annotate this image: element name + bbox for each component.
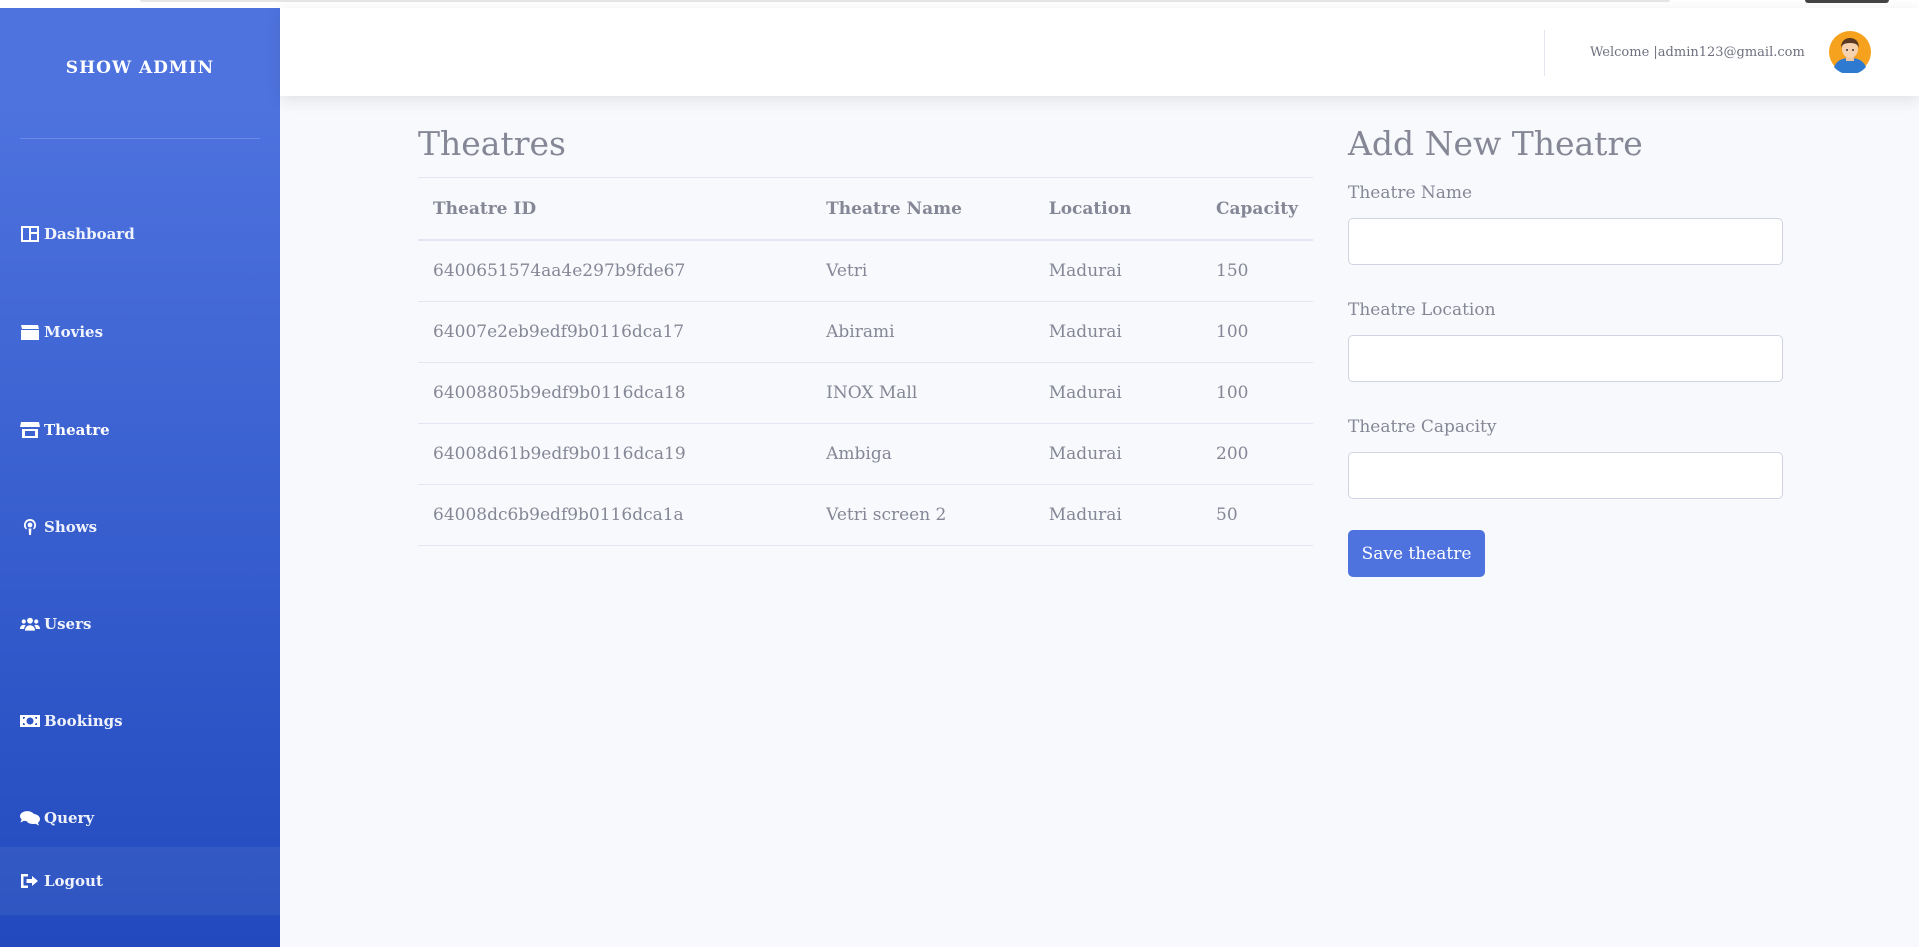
cell-theatre-id: 64008d61b9edf9b0116dca19 <box>418 423 812 485</box>
table-row: 6400651574aa4e297b9fde67 Vetri Madurai 1… <box>418 240 1313 302</box>
sidebar-item-label: Users <box>44 615 92 633</box>
cell-location: Madurai <box>1033 301 1201 363</box>
cell-capacity: 100 <box>1201 301 1313 363</box>
theatre-location-label: Theatre Location <box>1348 300 1496 320</box>
sidebar-item-logout[interactable]: Logout <box>0 847 280 915</box>
theatre-location-field[interactable] <box>1348 335 1783 382</box>
cell-theatre-id: 6400651574aa4e297b9fde67 <box>418 240 812 302</box>
cell-theatre-name: INOX Mall <box>811 362 1034 424</box>
table-header-row: Theatre ID Theatre Name Location Capacit… <box>418 177 1313 241</box>
sidebar-item-dashboard[interactable]: Dashboard <box>0 199 280 269</box>
table-row: 64008dc6b9edf9b0116dca1a Vetri screen 2 … <box>418 484 1313 546</box>
table-row: 64008805b9edf9b0116dca18 INOX Mall Madur… <box>418 362 1313 424</box>
save-theatre-button[interactable]: Save theatre <box>1348 530 1485 577</box>
topbar: Welcome |admin123@gmail.com <box>280 8 1919 96</box>
brand-title[interactable]: SHOW ADMIN <box>0 8 280 128</box>
theatre-name-field[interactable] <box>1348 218 1783 265</box>
clapperboard-icon <box>21 325 39 340</box>
dashboard-icon <box>21 226 39 242</box>
page-title: Theatres <box>418 124 566 163</box>
avatar[interactable] <box>1829 31 1871 73</box>
sidebar-item-label: Shows <box>44 518 98 536</box>
theatre-name-label: Theatre Name <box>1348 183 1473 203</box>
table-row: 64008d61b9edf9b0116dca19 Ambiga Madurai … <box>418 423 1313 485</box>
browser-tab-indicator <box>1805 0 1889 3</box>
cell-theatre-id: 64008805b9edf9b0116dca18 <box>418 362 812 424</box>
welcome-text[interactable]: Welcome |admin123@gmail.com <box>1590 8 1805 96</box>
sidebar-item-movies[interactable]: Movies <box>0 297 280 367</box>
topbar-divider <box>1544 30 1545 76</box>
cell-theatre-id: 64007e2eb9edf9b0116dca17 <box>418 301 812 363</box>
sidebar-divider <box>20 138 260 139</box>
sidebar-item-bookings[interactable]: Bookings <box>0 686 280 756</box>
sidebar-item-label: Query <box>44 809 95 827</box>
column-header-location: Location <box>1033 177 1201 241</box>
theatres-table: Theatre ID Theatre Name Location Capacit… <box>418 177 1313 546</box>
sidebar-item-label: Theatre <box>44 421 110 439</box>
cell-theatre-name: Abirami <box>811 301 1034 363</box>
cell-capacity: 200 <box>1201 423 1313 485</box>
browser-address-bar <box>140 0 1670 2</box>
theatre-capacity-field[interactable] <box>1348 452 1783 499</box>
sidebar-item-label: Dashboard <box>44 225 135 243</box>
cell-location: Madurai <box>1033 362 1201 424</box>
money-icon <box>20 715 40 727</box>
sidebar-item-label: Bookings <box>44 712 123 730</box>
cell-theatre-name: Vetri <box>811 240 1034 302</box>
podcast-icon <box>23 518 37 535</box>
theatre-capacity-label: Theatre Capacity <box>1348 417 1497 437</box>
sidebar-item-shows[interactable]: Shows <box>0 492 280 562</box>
sidebar-item-label: Movies <box>44 323 104 341</box>
sidebar-item-label: Logout <box>44 872 103 890</box>
sidebar-item-query[interactable]: Query <box>0 783 280 853</box>
cell-capacity: 150 <box>1201 240 1313 302</box>
cell-capacity: 100 <box>1201 362 1313 424</box>
sidebar-item-users[interactable]: Users <box>0 589 280 659</box>
store-icon <box>20 422 40 438</box>
cell-theatre-name: Vetri screen 2 <box>811 484 1034 546</box>
column-header-capacity: Capacity <box>1201 177 1313 241</box>
form-title: Add New Theatre <box>1348 124 1643 163</box>
users-icon <box>20 617 40 631</box>
cell-theatre-name: Ambiga <box>811 423 1034 485</box>
comments-icon <box>20 811 40 826</box>
column-header-theatre-id: Theatre ID <box>418 177 812 241</box>
cell-location: Madurai <box>1033 240 1201 302</box>
cell-location: Madurai <box>1033 484 1201 546</box>
sidebar-item-theatre[interactable]: Theatre <box>0 395 280 465</box>
sign-out-icon <box>21 874 38 888</box>
cell-location: Madurai <box>1033 423 1201 485</box>
sidebar: SHOW ADMIN Dashboard Movies Theatre Show… <box>0 8 280 947</box>
cell-capacity: 50 <box>1201 484 1313 546</box>
cell-theatre-id: 64008dc6b9edf9b0116dca1a <box>418 484 812 546</box>
column-header-theatre-name: Theatre Name <box>811 177 1034 241</box>
table-row: 64007e2eb9edf9b0116dca17 Abirami Madurai… <box>418 301 1313 363</box>
